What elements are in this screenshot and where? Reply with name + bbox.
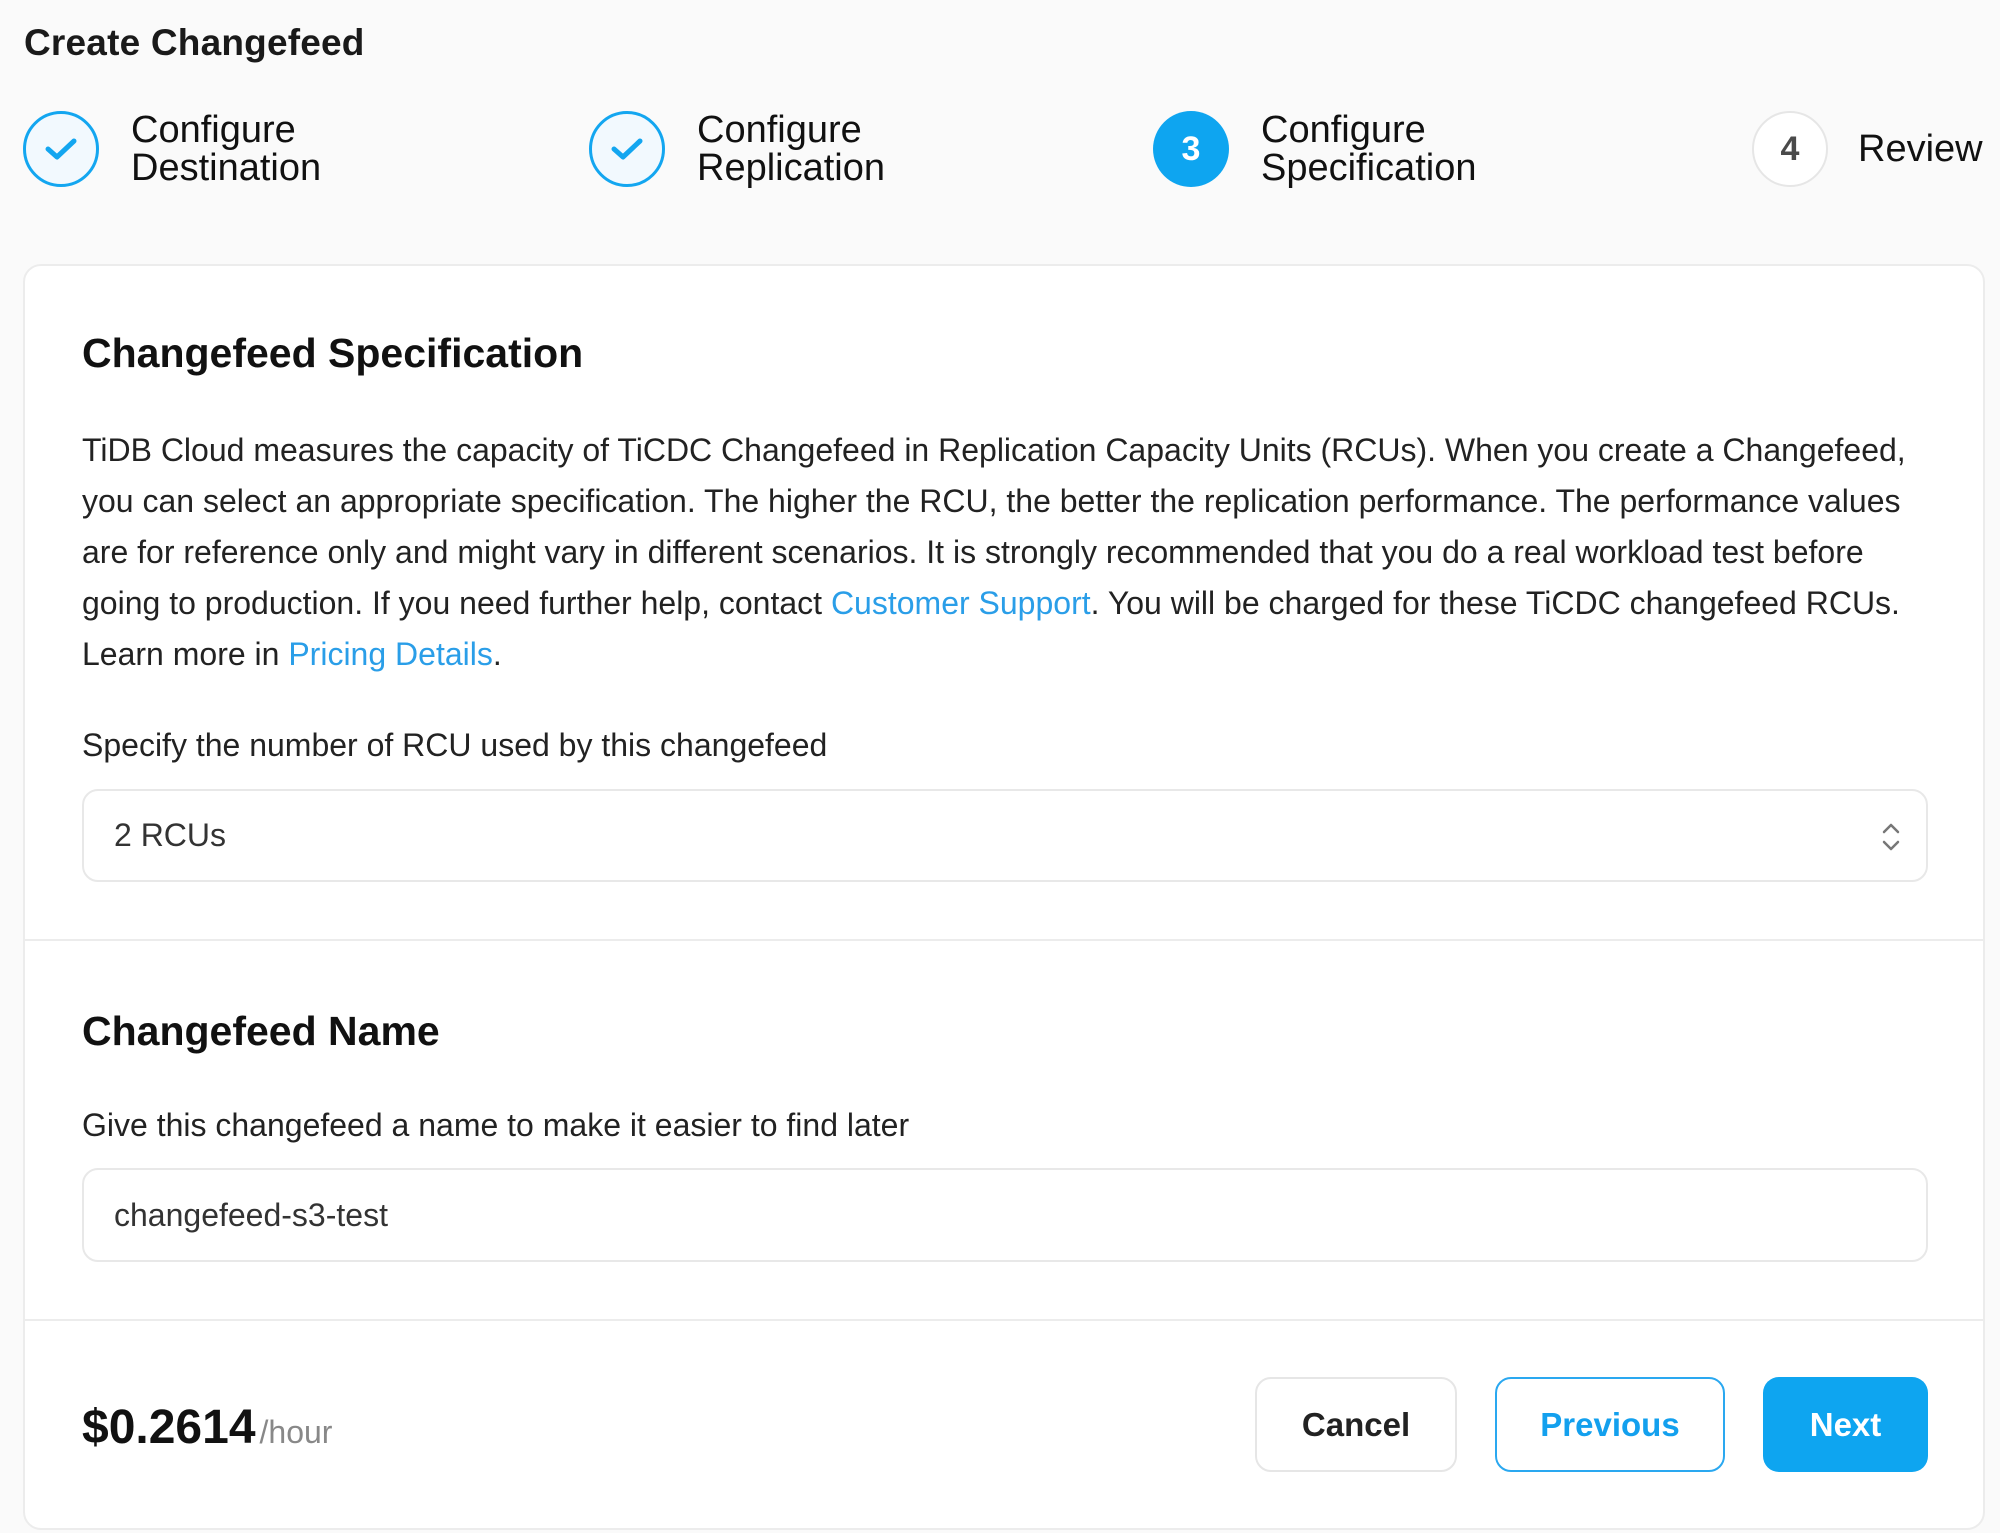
chevron-up-down-icon [1882, 823, 1900, 851]
step-complete-indicator [23, 111, 99, 187]
footer-divider [24, 1319, 1984, 1321]
rcu-field-label: Specify the number of RCU used by this c… [82, 727, 828, 763]
step-configure-specification: 3 Configure Specification [1153, 111, 1476, 187]
specification-description: TiDB Cloud measures the capacity of TiCD… [82, 425, 1942, 680]
price-value: $0.2614 [82, 1401, 256, 1454]
changefeed-name-value: changefeed-s3-test [114, 1196, 388, 1233]
step-review: 4 Review [1752, 111, 1983, 187]
step-label: Configure Specification [1261, 109, 1477, 189]
step-label: Configure Destination [131, 109, 322, 189]
customer-support-link[interactable]: Customer Support [831, 585, 1091, 621]
check-icon [611, 138, 643, 160]
step-complete-indicator [589, 111, 665, 187]
changefeed-name-input[interactable]: changefeed-s3-test [82, 1168, 1928, 1262]
rcu-selected-value: 2 RCUs [114, 817, 227, 853]
section-title-specification: Changefeed Specification [82, 330, 584, 376]
name-field-label: Give this changefeed a name to make it e… [82, 1107, 910, 1143]
check-icon [45, 138, 77, 160]
previous-button[interactable]: Previous [1495, 1377, 1725, 1472]
rcu-select[interactable]: 2 RCUs [82, 789, 1928, 882]
pricing-details-link[interactable]: Pricing Details [288, 636, 493, 672]
price-unit: /hour [259, 1414, 333, 1450]
cancel-button[interactable]: Cancel [1255, 1377, 1457, 1472]
step-number-badge: 3 [1153, 111, 1229, 187]
page-title: Create Changefeed [24, 22, 365, 63]
price-display: $0.2614 /hour [82, 1400, 332, 1455]
description-text: . [492, 636, 502, 672]
next-button[interactable]: Next [1763, 1377, 1928, 1472]
step-label: Configure Replication [697, 109, 885, 189]
section-title-name: Changefeed Name [82, 1008, 440, 1054]
step-number-badge: 4 [1752, 111, 1828, 187]
step-label: Review [1858, 128, 1983, 170]
step-configure-destination[interactable]: Configure Destination [23, 111, 321, 187]
step-configure-replication[interactable]: Configure Replication [589, 111, 885, 187]
section-divider [24, 939, 1984, 941]
